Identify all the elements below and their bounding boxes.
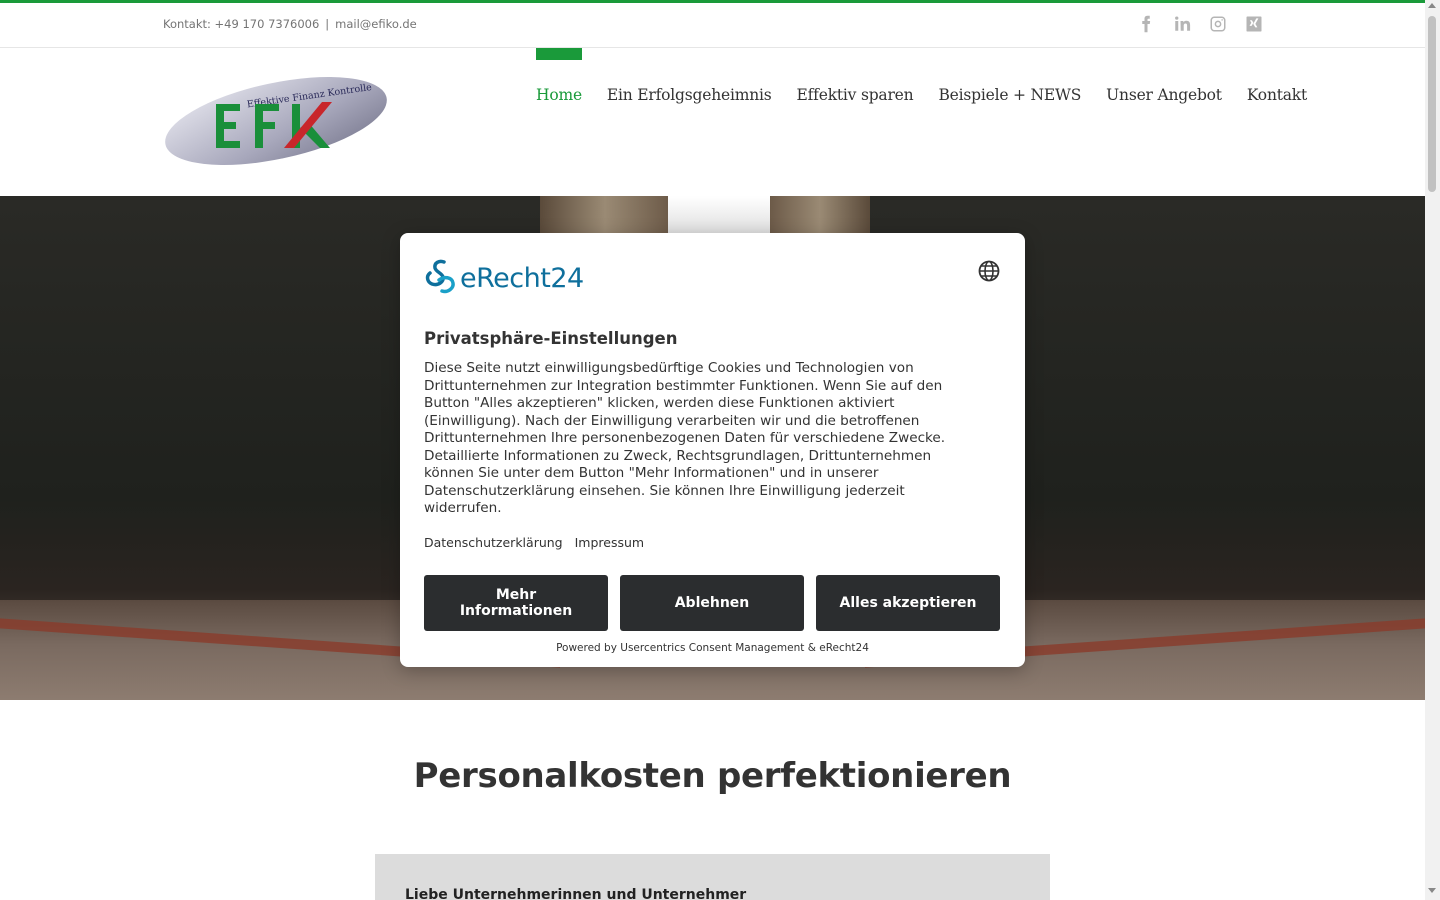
- hero-column-right: [770, 196, 870, 236]
- linkedin-icon[interactable]: [1172, 14, 1192, 34]
- erecht24-brand-text: eRecht24: [460, 262, 584, 294]
- language-globe-icon[interactable]: [977, 259, 1001, 283]
- contact-phone: Kontakt: +49 170 7376006: [163, 17, 320, 31]
- consent-dialog: eRecht24 Privatsphäre-Einstellungen Dies…: [400, 233, 1025, 667]
- imprint-link[interactable]: Impressum: [575, 535, 644, 550]
- nav-item-home[interactable]: Home: [536, 48, 582, 196]
- accept-all-button[interactable]: Alles akzeptieren: [816, 575, 1000, 631]
- site-header: Effektive Finanz Kontrolle Home Ein Erfo…: [0, 48, 1425, 196]
- hero-column-left: [540, 196, 670, 236]
- erecht24-logo-mark: [425, 259, 455, 294]
- social-links: [1136, 14, 1264, 34]
- contact-separator: |: [325, 17, 330, 31]
- xing-icon[interactable]: [1244, 14, 1264, 34]
- nav-item-kontakt[interactable]: Kontakt: [1247, 48, 1307, 196]
- page-scrollbar[interactable]: [1425, 0, 1440, 900]
- facebook-icon[interactable]: [1136, 14, 1156, 34]
- instagram-icon[interactable]: [1208, 14, 1228, 34]
- nav-item-unser-angebot[interactable]: Unser Angebot: [1106, 48, 1222, 196]
- main-nav: Home Ein Erfolgsgeheimnis Effektiv spare…: [536, 48, 1307, 196]
- powered-by-text: Powered by Usercentrics Consent Manageme…: [556, 642, 869, 654]
- more-info-button[interactable]: Mehr Informationen: [424, 575, 608, 631]
- decline-button[interactable]: Ablehnen: [620, 575, 804, 631]
- contact-info: Kontakt: +49 170 7376006 | mail@efiko.de: [163, 17, 417, 31]
- erecht24-logo: eRecht24: [424, 257, 584, 299]
- nav-item-erfolgsgeheimnis[interactable]: Ein Erfolgsgeheimnis: [607, 48, 772, 196]
- contact-email-link[interactable]: mail@efiko.de: [335, 17, 417, 31]
- consent-description: Diese Seite nutzt einwilligungsbedürftig…: [424, 360, 946, 516]
- scroll-down-arrow-icon[interactable]: [1428, 888, 1436, 893]
- scroll-up-arrow-icon[interactable]: [1428, 3, 1436, 8]
- intro-box: Liebe Unternehmerinnen und Unternehmer: [375, 854, 1050, 900]
- top-bar: Kontakt: +49 170 7376006 | mail@efiko.de: [0, 3, 1425, 48]
- consent-buttons: Mehr Informationen Ablehnen Alles akzept…: [424, 575, 1000, 631]
- intro-greeting: Liebe Unternehmerinnen und Unternehmer: [405, 887, 747, 900]
- consent-title: Privatsphäre-Einstellungen: [424, 329, 678, 348]
- nav-item-effektiv-sparen[interactable]: Effektiv sparen: [797, 48, 914, 196]
- hero-light: [668, 196, 772, 236]
- scroll-thumb[interactable]: [1428, 16, 1436, 192]
- privacy-policy-link[interactable]: Datenschutzerklärung: [424, 535, 563, 550]
- nav-item-beispiele-news[interactable]: Beispiele + NEWS: [938, 48, 1081, 196]
- efk-logo[interactable]: Effektive Finanz Kontrolle: [160, 76, 392, 166]
- consent-links: Datenschutzerklärung Impressum: [424, 535, 644, 550]
- page-heading: Personalkosten perfektionieren: [413, 756, 1012, 796]
